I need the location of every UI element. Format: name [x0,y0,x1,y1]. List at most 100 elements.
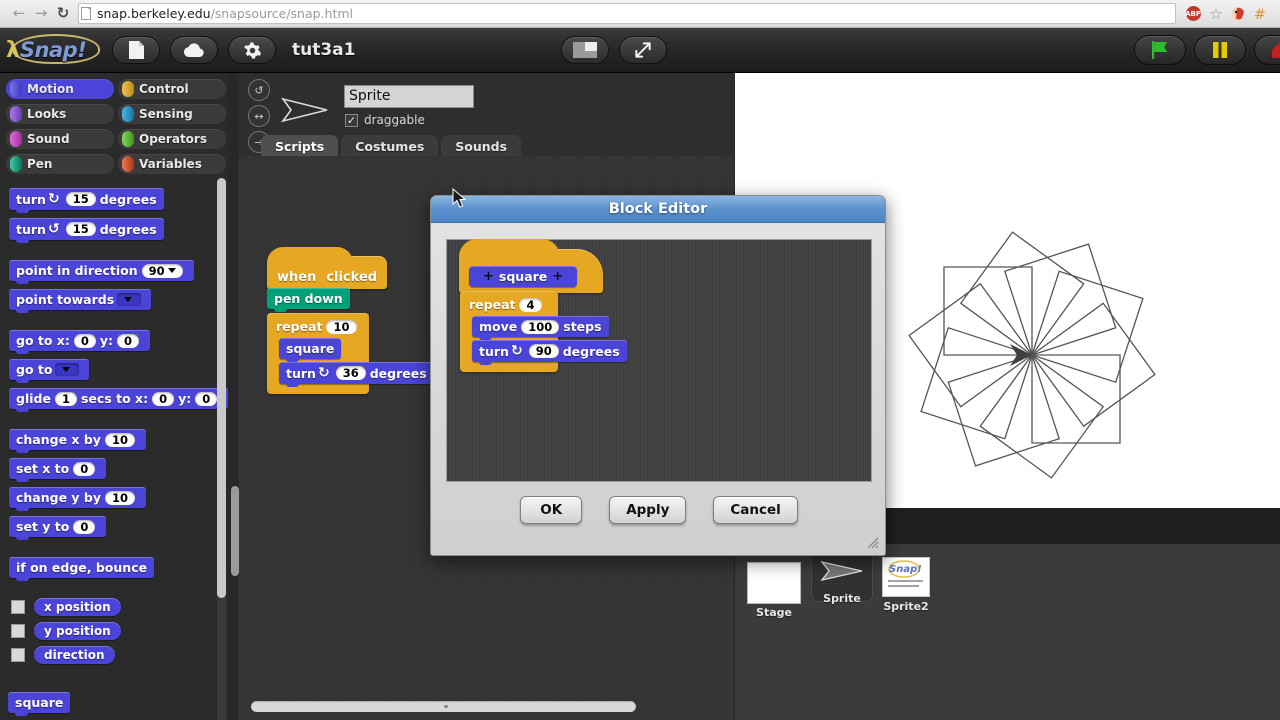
block-go-to-xy[interactable]: go to x: 0 y: 0 [9,330,151,354]
watcher-checkbox-y-position[interactable] [11,624,25,638]
address-bar[interactable]: snap.berkeley.edu/snapsource/snap.html [78,3,1176,24]
cancel-button[interactable]: Cancel [713,496,798,524]
watcher-checkbox-direction[interactable] [11,648,25,662]
number-slot[interactable]: 0 [73,461,96,476]
block-turn-36[interactable]: turn ↻ 36 degrees [279,362,434,387]
number-slot[interactable]: 100 [521,319,560,334]
direction-dropdown[interactable]: 90 [141,263,183,278]
extension-icon-1[interactable] [1229,4,1249,24]
reporter-x-position[interactable]: x position [34,598,121,616]
adblock-icon[interactable]: ABP [1183,4,1203,24]
scripts-vertical-scrollbar[interactable] [231,486,239,576]
settings-button[interactable] [228,36,276,64]
left-right-rotation-icon[interactable]: ↔ [248,105,270,127]
corral-item-sprite2[interactable]: Snap! Sprite2 [875,546,937,613]
forward-arrow-icon[interactable]: → [30,3,52,25]
block-set-y-to[interactable]: set y to 0 [9,516,107,540]
category-pen[interactable]: Pen [6,154,114,174]
secs-slot[interactable]: 1 [54,391,77,406]
number-slot[interactable]: 0 [73,519,96,534]
back-arrow-icon[interactable]: ← [8,3,30,25]
reload-icon[interactable]: ↻ [52,3,74,25]
number-slot[interactable]: 15 [65,222,96,236]
number-slot[interactable]: 90 [528,344,559,358]
block-editor-dialog[interactable]: Block Editor + square + repeat 4 move 10… [430,195,886,556]
x-slot[interactable]: 0 [152,391,175,406]
stop-button[interactable] [1254,35,1280,65]
bookmark-star-icon[interactable]: ☆ [1206,4,1226,24]
block-glide[interactable]: glide 1 secs to x: 0 y: 0 [9,388,228,412]
extension-icon-2[interactable]: # [1252,4,1272,24]
block-repeat[interactable]: repeat 4 move 100 steps turn ↻ 90 degree… [460,291,627,372]
category-variables[interactable]: Variables [118,154,226,174]
dropdown-value: 90 [148,263,165,278]
number-slot[interactable]: 4 [519,297,542,312]
prototype-name[interactable]: square [499,269,547,284]
sprite-corral[interactable]: Stage Sprite Snap! Sprite2 [735,540,1280,720]
target-dropdown[interactable] [117,293,142,306]
target-dropdown[interactable] [55,363,80,376]
block-turn-degrees[interactable]: turn ↻ 90 degrees [472,340,627,365]
apply-button[interactable]: Apply [609,496,687,524]
block-turn-clockwise[interactable]: turn ↻ 15 degrees [9,188,164,213]
y-slot[interactable]: 0 [117,333,140,348]
watcher-checkbox-x-position[interactable] [11,600,25,614]
block-turn-counterclockwise[interactable]: turn ↺ 15 degrees [9,218,164,243]
block-palette[interactable]: Motion Control Looks Sensing Sound Opera… [0,73,228,720]
block-repeat[interactable]: repeat 10 square turn ↻ 36 degrees [267,313,434,394]
scripts-horizontal-scrollbar[interactable] [251,701,636,712]
block-prototype-square[interactable]: + square + [469,266,578,287]
block-pen-down[interactable]: pen down [267,288,350,312]
block-change-y-by[interactable]: change y by 10 [9,487,147,511]
y-slot[interactable]: 0 [195,391,218,406]
green-flag-button[interactable] [1134,35,1186,65]
script-stack[interactable]: when clicked pen down repeat 10 square t… [267,247,434,394]
palette-scrollbar[interactable] [217,178,226,720]
category-looks[interactable]: Looks [6,104,114,124]
insert-input-plus-left[interactable]: + [483,269,494,284]
draggable-toggle[interactable]: ✓ draggable [345,113,425,127]
x-slot[interactable]: 0 [73,333,96,348]
palette-row: point in direction 90 [9,260,228,284]
block-editor-canvas[interactable]: + square + repeat 4 move 100 steps turn … [446,239,872,482]
block-move-steps[interactable]: move 100 steps [472,316,609,340]
snap-logo[interactable]: λ Snap! [0,28,112,73]
block-point-towards[interactable]: point towards [9,289,152,313]
cloud-button[interactable] [170,36,218,64]
stage-size-button[interactable] [561,36,610,64]
block-custom-square[interactable]: square [8,692,71,716]
custom-block-definition[interactable]: + square + repeat 4 move 100 steps turn … [459,239,627,372]
reporter-y-position[interactable]: y position [34,622,121,640]
block-editor-titlebar[interactable]: Block Editor [431,196,885,223]
number-slot[interactable]: 36 [335,366,366,380]
block-set-x-to[interactable]: set x to 0 [9,458,107,482]
pause-button[interactable] [1194,35,1246,65]
sprite-name-input[interactable]: Sprite [344,85,474,108]
category-operators[interactable]: Operators [118,129,226,149]
rotation-style-icon[interactable]: ↺ [248,79,270,101]
block-when-green-flag-clicked[interactable]: when clicked [267,247,388,289]
category-motion[interactable]: Motion [6,79,114,99]
insert-input-plus-right[interactable]: + [552,269,563,284]
custom-block-hat[interactable]: + square + [459,239,604,293]
ok-button[interactable]: OK [520,496,583,524]
number-slot[interactable]: 10 [326,319,357,334]
reporter-direction[interactable]: direction [34,646,115,664]
block-go-to[interactable]: go to [9,359,90,383]
palette-scrollbar-thumb[interactable] [217,178,226,598]
corral-item-stage[interactable]: Stage [747,562,801,619]
number-slot[interactable]: 10 [104,432,135,447]
block-point-in-direction[interactable]: point in direction 90 [9,260,194,284]
file-button[interactable] [112,36,160,64]
draggable-checkbox[interactable]: ✓ [345,113,358,127]
block-if-on-edge-bounce[interactable]: if on edge, bounce [9,557,155,581]
number-slot[interactable]: 15 [65,192,96,206]
number-slot[interactable]: 10 [105,490,136,505]
category-sensing[interactable]: Sensing [118,104,226,124]
category-control[interactable]: Control [118,79,226,99]
resize-grip-icon[interactable] [865,535,879,549]
presentation-button[interactable] [619,36,668,64]
category-sound[interactable]: Sound [6,129,114,149]
block-change-x-by[interactable]: change x by 10 [9,429,146,453]
block-square-call[interactable]: square [279,338,342,362]
